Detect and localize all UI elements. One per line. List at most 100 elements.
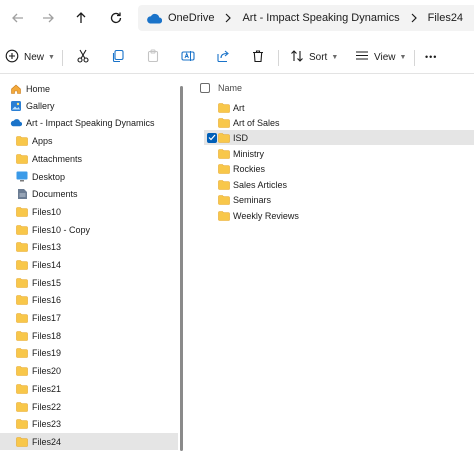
onedrive-cloud-icon bbox=[146, 13, 162, 24]
row-checkbox[interactable] bbox=[207, 132, 217, 143]
sidebar-item-attachments[interactable]: Attachments bbox=[0, 150, 178, 167]
folder-icon bbox=[16, 259, 28, 271]
file-name: Art of Sales bbox=[233, 117, 280, 128]
view-label: View bbox=[374, 51, 396, 63]
list-item[interactable]: Art bbox=[202, 100, 460, 115]
sidebar-item-files16[interactable]: Files16 bbox=[0, 291, 178, 308]
paste-button[interactable] bbox=[146, 46, 160, 68]
sidebar-item-label: Files18 bbox=[32, 330, 62, 341]
list-item[interactable]: Seminars bbox=[202, 192, 460, 207]
folder-icon bbox=[218, 163, 230, 174]
folder-icon bbox=[16, 347, 28, 359]
chevron-right-icon[interactable] bbox=[410, 13, 418, 23]
sort-icon bbox=[290, 49, 304, 66]
sidebar-item-label: Files20 bbox=[32, 365, 62, 376]
more-options-button[interactable]: ••• bbox=[425, 46, 437, 68]
more-icon: ••• bbox=[425, 52, 438, 62]
sidebar-item-files15[interactable]: Files15 bbox=[0, 274, 178, 291]
folder-icon bbox=[16, 383, 28, 395]
list-item[interactable]: Weekly Reviews bbox=[202, 208, 460, 223]
sidebar-item-label: Art - Impact Speaking Dynamics bbox=[26, 117, 155, 128]
sidebar-item-documents[interactable]: Documents bbox=[0, 185, 178, 202]
list-item[interactable]: Rockies bbox=[202, 161, 460, 176]
refresh-icon bbox=[109, 11, 123, 27]
documents-icon bbox=[16, 188, 28, 200]
sidebar-item-files18[interactable]: Files18 bbox=[0, 327, 178, 344]
sidebar-item-files10[interactable]: Files10 bbox=[0, 203, 178, 220]
sidebar-item-apps[interactable]: Apps bbox=[0, 132, 178, 149]
sidebar-item-label: Attachments bbox=[32, 153, 83, 164]
breadcrumb-files24[interactable]: Files24 bbox=[428, 12, 463, 24]
chevron-down-icon: ▼ bbox=[399, 53, 407, 61]
new-button[interactable]: New ▼ bbox=[5, 46, 55, 68]
sidebar-item-desktop[interactable]: Desktop bbox=[0, 168, 178, 185]
share-button[interactable] bbox=[216, 46, 230, 68]
select-all-checkbox[interactable] bbox=[200, 83, 210, 93]
sidebar-item-files19[interactable]: Files19 bbox=[0, 344, 178, 361]
sidebar-item-onedrive[interactable]: Art - Impact Speaking Dynamics bbox=[0, 114, 178, 131]
folder-icon bbox=[16, 241, 28, 253]
folder-icon bbox=[218, 117, 230, 128]
sidebar-item-label: Files13 bbox=[32, 241, 62, 252]
list-item[interactable]: Art of Sales bbox=[202, 115, 460, 130]
chevron-down-icon: ▼ bbox=[331, 53, 339, 61]
folder-icon bbox=[218, 148, 230, 159]
folder-icon bbox=[218, 210, 230, 221]
sort-button[interactable]: Sort ▼ bbox=[290, 46, 338, 68]
list-item[interactable]: Ministry bbox=[202, 146, 460, 161]
sidebar-item-files24[interactable]: Files24 bbox=[0, 433, 178, 450]
folder-icon bbox=[16, 436, 28, 448]
address-bar[interactable]: OneDrive Art - Impact Speaking Dynamics … bbox=[138, 5, 474, 31]
sidebar-item-files21[interactable]: Files21 bbox=[0, 380, 178, 397]
sidebar-item-files14[interactable]: Files14 bbox=[0, 256, 178, 273]
folder-icon bbox=[16, 206, 28, 218]
copy-button[interactable] bbox=[111, 46, 125, 68]
navigation-pane: Home Gallery Art - Impact Speaking Dynam… bbox=[0, 78, 180, 451]
sidebar-item-label: Files14 bbox=[32, 259, 62, 270]
sidebar-scrollbar[interactable] bbox=[180, 86, 183, 451]
sidebar-item-gallery[interactable]: Gallery bbox=[0, 97, 178, 114]
arrow-right-icon bbox=[41, 11, 55, 27]
back-button[interactable] bbox=[8, 9, 28, 29]
sidebar-item-files23[interactable]: Files23 bbox=[0, 415, 178, 432]
file-name: Art bbox=[233, 102, 245, 113]
command-bar: New ▼ Sort ▼ View ▼ ••• bbox=[0, 40, 474, 74]
sidebar-item-label: Files24 bbox=[32, 436, 62, 447]
view-button[interactable]: View ▼ bbox=[355, 46, 406, 68]
plus-circle-icon bbox=[5, 49, 19, 66]
column-header: Name bbox=[200, 80, 474, 96]
sidebar-item-home[interactable]: Home bbox=[0, 80, 178, 97]
file-list: Name Art Art of Sales ISD Ministry Rocki… bbox=[186, 78, 474, 451]
list-item[interactable]: Sales Articles bbox=[202, 177, 460, 192]
sidebar-item-label: Documents bbox=[32, 188, 78, 199]
sidebar-item-label: Files16 bbox=[32, 294, 62, 305]
column-header-name[interactable]: Name bbox=[218, 83, 242, 93]
breadcrumb-onedrive[interactable]: OneDrive bbox=[168, 12, 214, 24]
sidebar-item-files17[interactable]: Files17 bbox=[0, 309, 178, 326]
gallery-icon bbox=[10, 100, 22, 112]
breadcrumb-art-impact[interactable]: Art - Impact Speaking Dynamics bbox=[242, 12, 399, 24]
forward-button[interactable] bbox=[38, 9, 58, 29]
file-name: Rockies bbox=[233, 163, 266, 174]
sidebar-item-files13[interactable]: Files13 bbox=[0, 238, 178, 255]
rename-button[interactable] bbox=[181, 46, 195, 68]
file-name: ISD bbox=[233, 132, 249, 143]
delete-button[interactable] bbox=[251, 46, 265, 68]
arrow-left-icon bbox=[11, 11, 25, 27]
up-button[interactable] bbox=[71, 9, 91, 29]
folder-icon bbox=[218, 132, 230, 143]
refresh-button[interactable] bbox=[106, 9, 126, 29]
folder-icon bbox=[16, 153, 28, 165]
sidebar-item-label: Home bbox=[26, 83, 51, 94]
cut-button[interactable] bbox=[76, 46, 90, 68]
address-bar-row: OneDrive Art - Impact Speaking Dynamics … bbox=[0, 0, 474, 38]
folder-icon bbox=[16, 224, 28, 236]
chevron-right-icon[interactable] bbox=[224, 13, 232, 23]
sidebar-item-files20[interactable]: Files20 bbox=[0, 362, 178, 379]
sidebar-item-files22[interactable]: Files22 bbox=[0, 398, 178, 415]
sidebar-item-files10-copy[interactable]: Files10 - Copy bbox=[0, 221, 178, 238]
sidebar-item-label: Files22 bbox=[32, 401, 62, 412]
sidebar-item-label: Apps bbox=[32, 135, 53, 146]
list-item-selected[interactable]: ISD bbox=[204, 130, 474, 145]
home-icon bbox=[10, 83, 22, 95]
